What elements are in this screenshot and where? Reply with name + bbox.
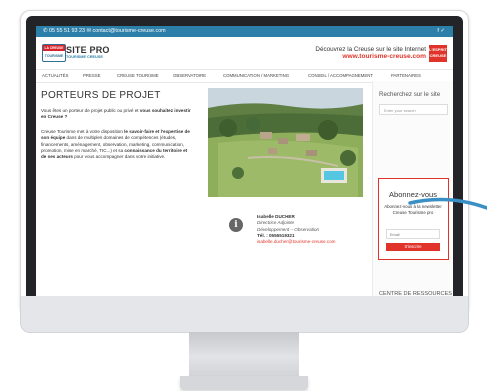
monitor-stand-neck	[189, 332, 299, 377]
search-input[interactable]: Enter your search	[379, 104, 448, 115]
newsletter-title: Abonnez-vous	[389, 190, 437, 199]
intro-paragraph: Vous êtes un porteur de projet public ou…	[41, 108, 191, 121]
nav-item-conseil[interactable]: CONSEIL / ACCOMPAGNEMENT	[308, 70, 373, 82]
nav-item-actualites[interactable]: ACTUALITÉS	[42, 70, 69, 82]
newsletter-email-field[interactable]: Email	[386, 229, 440, 239]
esprit-creuse-logo[interactable]: L'ESPRIT CREUSE	[429, 45, 447, 62]
promo-text: Découvrez la Creuse sur le site Internet	[315, 46, 426, 53]
social-icons[interactable]: f ✓	[437, 26, 445, 37]
site-pro-title[interactable]: SITE PRO	[66, 45, 110, 55]
nav-item-observatoire[interactable]: OBSERVATOIRE	[173, 70, 206, 82]
contact-info[interactable]: ✆ 05 55 51 93 23 ✉ contact@tourisme-creu…	[43, 26, 166, 37]
sidebar: Recherchez sur le site Enter your search…	[372, 81, 453, 298]
logo-line2: TOURISME	[44, 54, 64, 58]
logo-line1: LA CREUSE	[43, 45, 65, 51]
newsletter-box: Abonnez-vous Abonnez-vous à la newslette…	[378, 178, 449, 260]
site-pro-subtitle: TOURISME CREUSE	[66, 55, 103, 59]
intro-text: Vous êtes un porteur de projet public ou…	[41, 108, 140, 113]
monitor-frame: ✆ 05 55 51 93 23 ✉ contact@tourisme-creu…	[20, 10, 469, 316]
nav-item-communication[interactable]: COMMUNICATION / MARKETING	[223, 70, 289, 82]
esprit-line2: CREUSE	[429, 53, 447, 58]
page-title: PORTEURS DE PROJET	[41, 90, 161, 101]
monitor-chin	[20, 296, 469, 333]
creuse-logo[interactable]: LA CREUSE TOURISME	[42, 44, 66, 62]
body-paragraph: Creuse Tourisme met à votre disposition …	[41, 129, 193, 160]
aerial-photo	[208, 88, 363, 197]
promo-link[interactable]: www.tourisme-creuse.com	[342, 53, 426, 60]
body-text-3: pour vous accompagner dans votre initiat…	[72, 154, 166, 160]
top-contact-bar: ✆ 05 55 51 93 23 ✉ contact@tourisme-creu…	[36, 26, 453, 37]
contact-card: Isabelle DUCHER Directrice Adjointe Déve…	[257, 214, 335, 245]
body-text-1: Creuse Tourisme met à votre disposition	[41, 129, 125, 134]
monitor-bezel: ✆ 05 55 51 93 23 ✉ contact@tourisme-creu…	[26, 16, 463, 306]
nav-item-presse[interactable]: PRESSE	[83, 70, 100, 82]
nav-item-creuse-tourisme[interactable]: CREUSE TOURISME	[117, 70, 159, 82]
site-header: LA CREUSE TOURISME SITE PRO TOURISME CRE…	[36, 37, 453, 67]
website-screen: ✆ 05 55 51 93 23 ✉ contact@tourisme-creu…	[36, 26, 453, 298]
contact-email-link[interactable]: isabelle.ducher@tourisme-creuse.com	[257, 239, 335, 245]
newsletter-text: Abonnez-vous à la newsletter Creuse Tour…	[384, 204, 442, 215]
main-content: PORTEURS DE PROJET Vous êtes un porteur …	[36, 83, 372, 298]
monitor-stand-base	[180, 376, 308, 390]
search-title: Recherchez sur le site	[379, 91, 441, 98]
info-icon: i	[229, 218, 243, 232]
subscribe-button[interactable]: S'inscrire	[386, 243, 440, 251]
